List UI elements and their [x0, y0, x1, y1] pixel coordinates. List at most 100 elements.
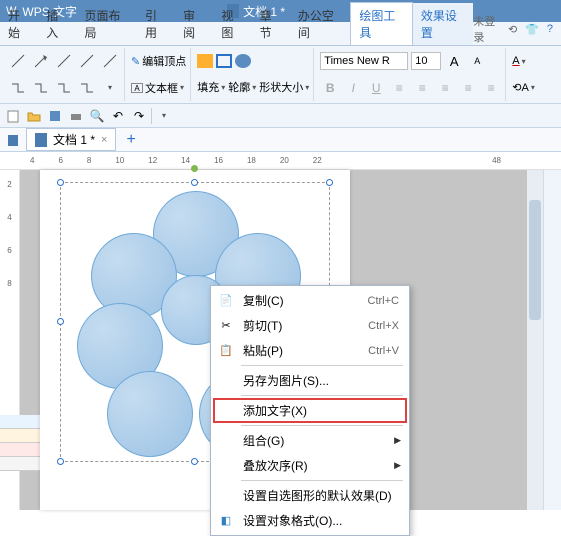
fill-button[interactable] — [197, 54, 213, 68]
arrow-shape[interactable] — [31, 51, 51, 71]
user-icon[interactable]: 👕 — [525, 23, 539, 36]
text-dir-button[interactable]: ⟲A▾ — [512, 81, 535, 94]
right-rail — [543, 170, 561, 510]
style-group: 填充▾ 轮廓▾ 形状大小▾ — [193, 48, 314, 101]
rotate-handle[interactable] — [191, 165, 198, 172]
tab-effects[interactable]: 效果设置 — [413, 3, 473, 45]
ctx-paste[interactable]: 📋 粘贴(P) Ctrl+V — [213, 338, 407, 363]
edit-group: ✎编辑顶点 A文本框▾ — [127, 48, 191, 101]
outline-label[interactable]: 轮廓▾ — [228, 79, 256, 95]
document-tab-bar: 文档 1 * × + — [0, 128, 561, 152]
qat-preview[interactable]: 🔍 — [88, 107, 106, 125]
font-grow[interactable]: A — [444, 51, 464, 71]
horizontal-ruler[interactable]: 4681012141618202248 — [0, 152, 561, 170]
ctx-format-object[interactable]: ◧ 设置对象格式(O)... — [213, 508, 407, 533]
vertical-scrollbar[interactable] — [527, 170, 543, 510]
login-status[interactable]: 未登录 — [473, 13, 500, 45]
sync-icon[interactable]: ⟲ — [508, 23, 517, 36]
context-menu: 📄 复制(C) Ctrl+C ✂ 剪切(T) Ctrl+X 📋 粘贴(P) Ct… — [210, 285, 410, 536]
shape-circle[interactable] — [107, 371, 193, 457]
align-justify[interactable]: ≡ — [458, 78, 478, 98]
menu-right: 未登录 ⟲ 👕 ? — [473, 13, 561, 45]
align-center[interactable]: ≡ — [412, 78, 432, 98]
new-tab-button[interactable]: + — [120, 131, 141, 149]
connector4[interactable] — [77, 78, 97, 98]
side-panel — [0, 415, 40, 471]
align-left[interactable]: ≡ — [389, 78, 409, 98]
resize-handle[interactable] — [191, 458, 198, 465]
ctx-copy[interactable]: 📄 复制(C) Ctrl+C — [213, 288, 407, 313]
font-name-input[interactable] — [320, 52, 408, 70]
connector3[interactable] — [54, 78, 74, 98]
document-tab[interactable]: 文档 1 * × — [26, 128, 116, 151]
line-shape[interactable] — [8, 51, 28, 71]
tab-insert[interactable]: 插入 — [38, 3, 76, 45]
docbar-home[interactable] — [4, 131, 22, 149]
bold-button[interactable]: B — [320, 78, 340, 98]
ctx-save-as-pic[interactable]: 另存为图片(S)... — [213, 368, 407, 393]
font-group: A A B I U ≡ ≡ ≡ ≡ ≡ — [316, 48, 506, 101]
italic-button[interactable]: I — [343, 78, 363, 98]
underline-button[interactable]: U — [366, 78, 386, 98]
tab-office[interactable]: 办公空间 — [290, 3, 350, 45]
connector1[interactable] — [8, 78, 28, 98]
copy-icon: 📄 — [217, 293, 235, 309]
qat-redo[interactable]: ↷ — [130, 107, 148, 125]
tab-review[interactable]: 审阅 — [175, 3, 213, 45]
shapes-group: ▾ — [4, 48, 125, 101]
cut-icon: ✂ — [217, 318, 235, 334]
line4[interactable] — [77, 51, 97, 71]
qat-undo[interactable]: ↶ — [109, 107, 127, 125]
submenu-arrow-icon: ▶ — [394, 460, 401, 471]
shapesize-button[interactable] — [235, 54, 251, 68]
ctx-add-text[interactable]: 添加文字(X) — [213, 398, 407, 423]
doc-icon — [35, 133, 47, 147]
close-tab[interactable]: × — [101, 134, 107, 146]
ribbon: ▾ ✎编辑顶点 A文本框▾ 填充▾ 轮廓▾ 形状大小▾ A A B I U ≡ — [0, 46, 561, 104]
submenu-arrow-icon: ▶ — [394, 435, 401, 446]
align-right[interactable]: ≡ — [435, 78, 455, 98]
ctx-order[interactable]: 叠放次序(R) ▶ — [213, 453, 407, 478]
font-size-input[interactable] — [411, 52, 441, 70]
resize-handle[interactable] — [191, 179, 198, 186]
resize-handle[interactable] — [326, 179, 333, 186]
paste-icon: 📋 — [217, 343, 235, 359]
menu-separator — [241, 425, 403, 426]
tab-start[interactable]: 开始 — [0, 3, 38, 45]
menu-separator — [241, 480, 403, 481]
resize-handle[interactable] — [57, 458, 64, 465]
resize-handle[interactable] — [57, 179, 64, 186]
shapesize-label[interactable]: 形状大小▾ — [259, 79, 309, 95]
menu-separator — [241, 365, 403, 366]
tab-refs[interactable]: 引用 — [137, 3, 175, 45]
align-dist[interactable]: ≡ — [481, 78, 501, 98]
menu-bar: 开始 插入 页面布局 引用 审阅 视图 章节 办公空间 绘图工具 效果设置 未登… — [0, 22, 561, 46]
tab-view[interactable]: 视图 — [213, 3, 251, 45]
font-color-button[interactable]: A▾ — [512, 55, 535, 67]
more-shapes[interactable]: ▾ — [100, 78, 120, 98]
qat-customize[interactable]: ▾ — [155, 107, 173, 125]
format-icon: ◧ — [217, 513, 235, 529]
qat-save[interactable] — [46, 107, 64, 125]
fontcolor-group: A▾ ⟲A▾ — [508, 48, 539, 101]
line5[interactable] — [100, 51, 120, 71]
ctx-group[interactable]: 组合(G) ▶ — [213, 428, 407, 453]
fill-label[interactable]: 填充▾ — [197, 79, 225, 95]
tab-layout[interactable]: 页面布局 — [76, 3, 136, 45]
ctx-cut[interactable]: ✂ 剪切(T) Ctrl+X — [213, 313, 407, 338]
scrollbar-thumb[interactable] — [529, 200, 541, 320]
qat-print[interactable] — [67, 107, 85, 125]
textbox-button[interactable]: A文本框▾ — [131, 80, 186, 96]
resize-handle[interactable] — [57, 318, 64, 325]
font-shrink[interactable]: A — [467, 51, 487, 71]
help-icon[interactable]: ? — [547, 23, 553, 35]
qat-new[interactable] — [4, 107, 22, 125]
tab-draw-tools[interactable]: 绘图工具 — [350, 2, 412, 45]
connector2[interactable] — [31, 78, 51, 98]
tab-sections[interactable]: 章节 — [252, 3, 290, 45]
edit-vertex-button[interactable]: ✎编辑顶点 — [131, 53, 186, 69]
outline-button[interactable] — [216, 54, 232, 68]
line3[interactable] — [54, 51, 74, 71]
ctx-default-effect[interactable]: 设置自选图形的默认效果(D) — [213, 483, 407, 508]
qat-open[interactable] — [25, 107, 43, 125]
